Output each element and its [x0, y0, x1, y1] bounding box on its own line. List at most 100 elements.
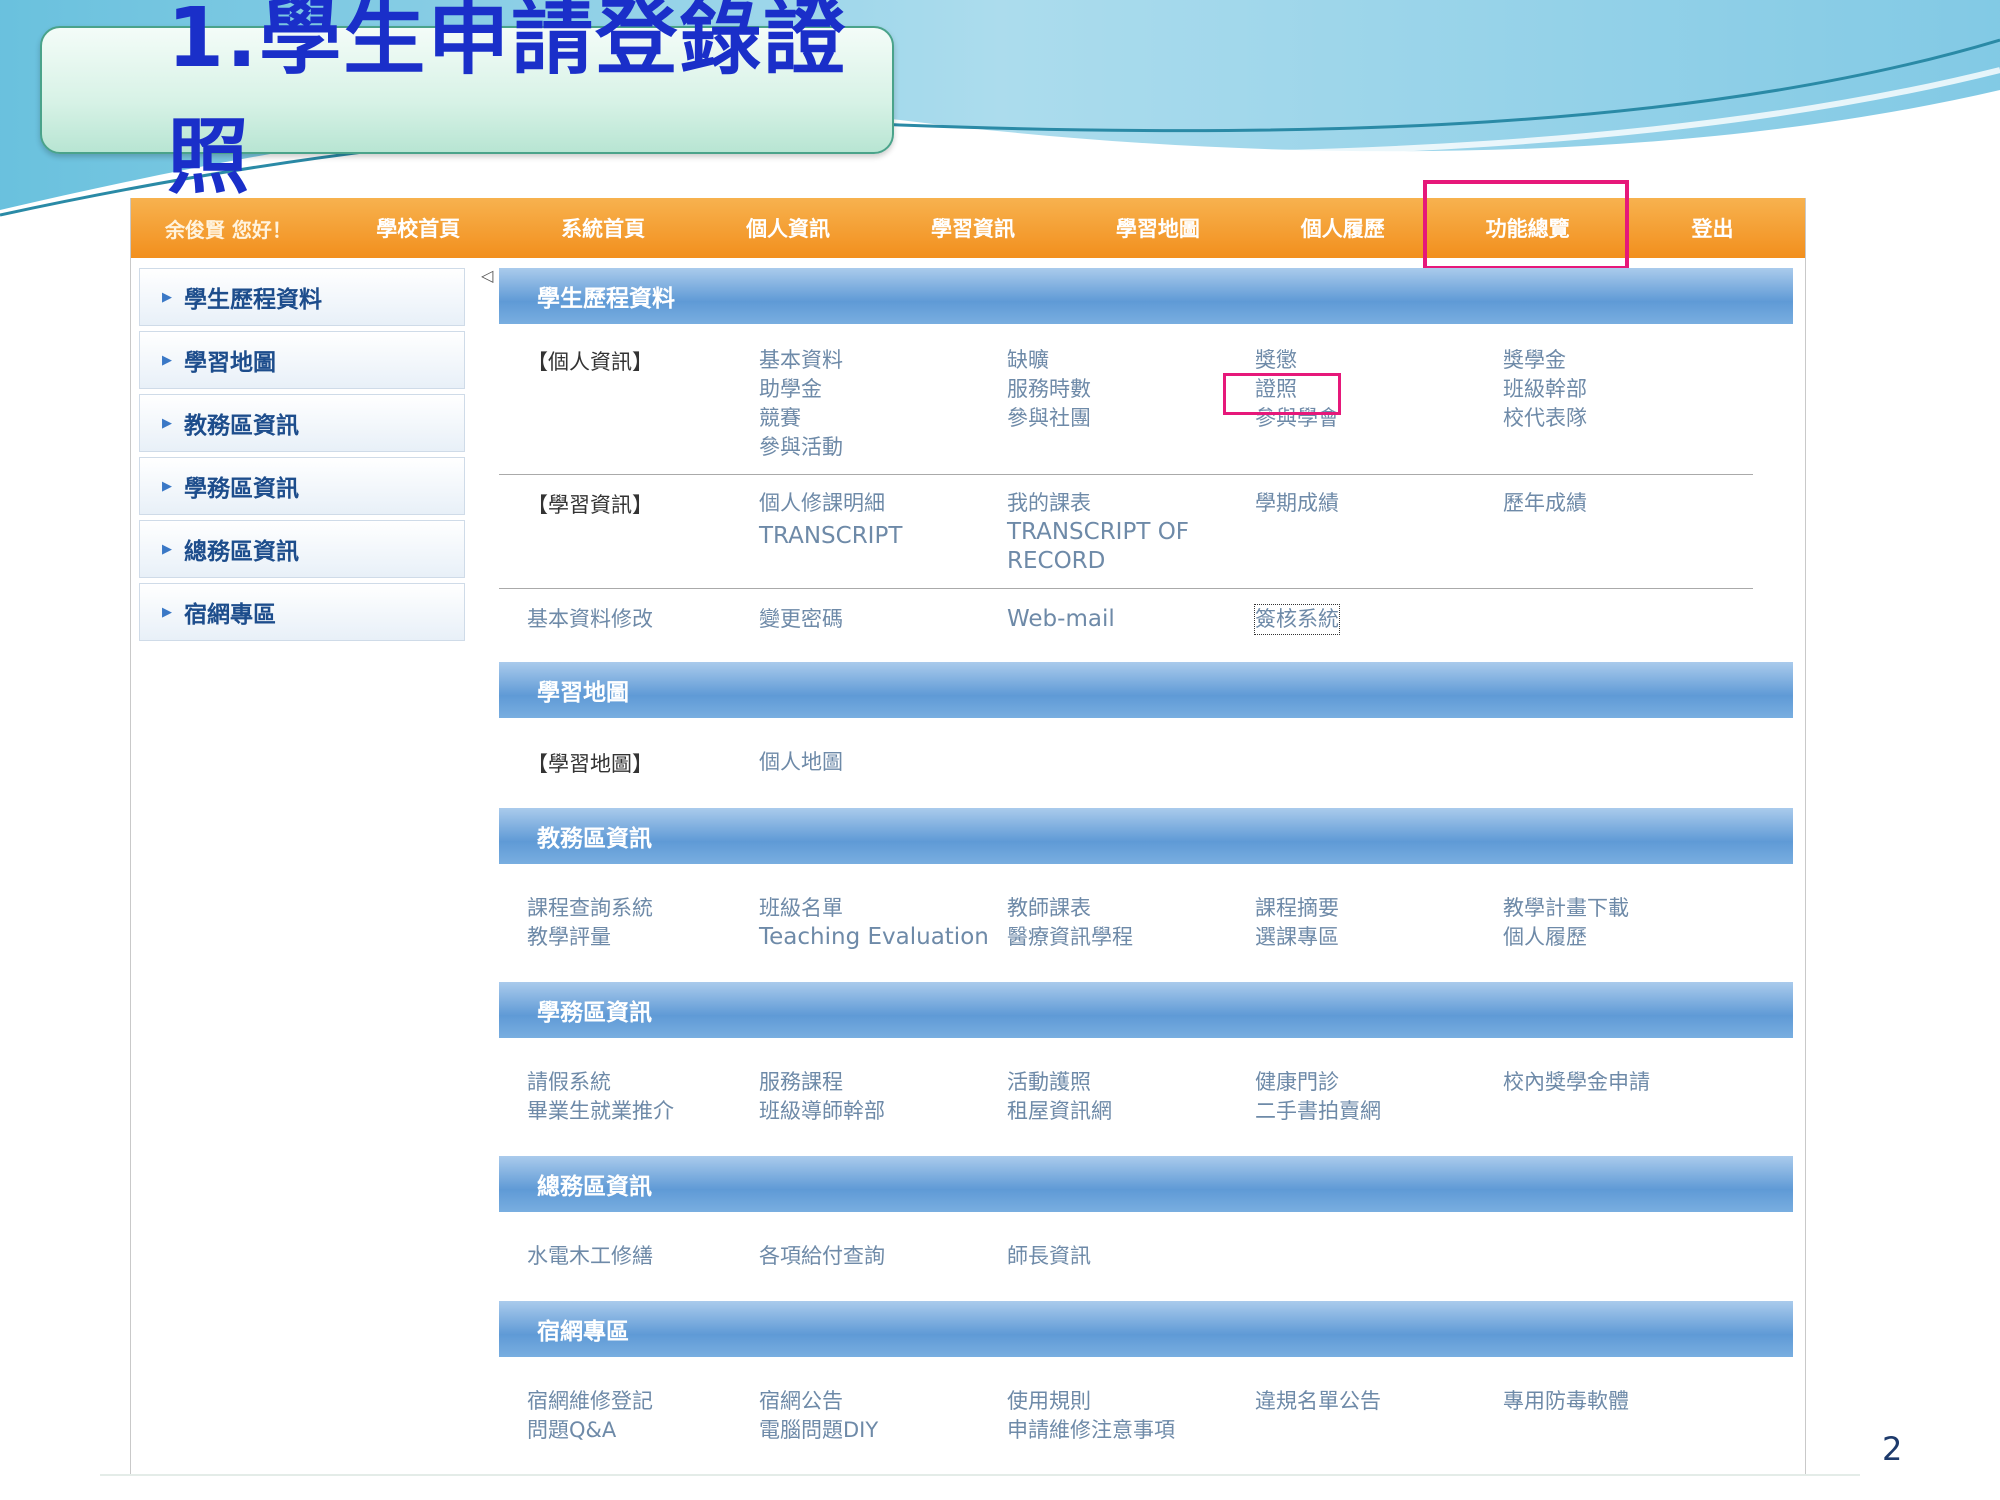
user-greeting: 余俊賢 您好！	[164, 217, 292, 242]
dorm-network-row: 宿網維修登記 問題Q&A 宿網公告 電腦問題DIY 使用規則 申請維修注意事項 …	[499, 1357, 1793, 1445]
link-class-roster[interactable]: 班級名單	[759, 894, 1007, 923]
caret-right-icon: ▶	[162, 415, 172, 431]
nav-school-home[interactable]: 學校首頁	[326, 198, 511, 258]
link-syllabus-download[interactable]: 教學計畫下載	[1503, 894, 1751, 923]
link-column: 歷年成績	[1503, 489, 1751, 576]
link-leave-system[interactable]: 請假系統	[527, 1068, 759, 1097]
link-teacher-timetable[interactable]: 教師課表	[1007, 894, 1255, 923]
nav-study-info[interactable]: 學習資訊	[881, 198, 1066, 258]
link-rental-info[interactable]: 租屋資訊網	[1007, 1097, 1255, 1126]
nav-system-home[interactable]: 系統首頁	[511, 198, 696, 258]
link-competition[interactable]: 競賽	[759, 404, 1007, 433]
link-column: 水電木工修繕	[527, 1242, 759, 1271]
link-violation-list[interactable]: 違規名單公告	[1255, 1387, 1503, 1416]
link-transcript[interactable]: TRANSCRIPT	[759, 522, 1007, 551]
link-absence[interactable]: 缺曠	[1007, 346, 1255, 375]
link-activities[interactable]: 參與活動	[759, 433, 1007, 462]
link-rewards-penalties[interactable]: 獎懲	[1255, 346, 1503, 375]
nav-learning-map[interactable]: 學習地圖	[1065, 198, 1250, 258]
page-number: 2	[1882, 1430, 1903, 1468]
caret-right-icon: ▶	[162, 541, 172, 557]
certificate-highlight-box	[1223, 373, 1341, 415]
link-column: 個人地圖	[759, 748, 1007, 778]
link-column: 專用防毒軟體	[1503, 1387, 1751, 1445]
link-used-books[interactable]: 二手書拍賣網	[1255, 1097, 1503, 1126]
link-service-course[interactable]: 服務課程	[759, 1068, 1007, 1097]
link-graduate-employment[interactable]: 畢業生就業推介	[527, 1097, 759, 1126]
link-basic-data[interactable]: 基本資料	[759, 346, 1007, 375]
link-activity-passport[interactable]: 活動護照	[1007, 1068, 1255, 1097]
link-column: 請假系統 畢業生就業推介	[527, 1068, 759, 1126]
general-affairs-row: 水電木工修繕 各項給付查詢 師長資訊	[499, 1212, 1793, 1301]
student-affairs-row: 請假系統 畢業生就業推介 服務課程 班級導師幹部 活動護照 租屋資訊網 健康門診…	[499, 1038, 1793, 1156]
link-dorm-announcement[interactable]: 宿網公告	[759, 1387, 1007, 1416]
slide-title: 1.學生申請登錄證照	[167, 0, 848, 205]
link-edit-basic-data[interactable]: 基本資料修改	[527, 607, 653, 631]
caret-right-icon: ▶	[162, 289, 172, 305]
link-column: 獎學金 班級幹部 校代表隊	[1503, 346, 1751, 462]
slide-title-box: 1.學生申請登錄證照	[40, 0, 894, 205]
link-course-summary[interactable]: 課程摘要	[1255, 894, 1503, 923]
link-scholarship[interactable]: 獎學金	[1503, 346, 1751, 375]
link-personal-resume[interactable]: 個人履歷	[1503, 923, 1751, 952]
link-my-timetable[interactable]: 我的課表	[1007, 489, 1255, 518]
link-personal-map[interactable]: 個人地圖	[759, 748, 1007, 777]
link-course-query[interactable]: 課程查詢系統	[527, 894, 759, 923]
link-payment-query[interactable]: 各項給付查詢	[759, 1242, 1007, 1271]
link-teaching-evaluation-zh[interactable]: 教學評量	[527, 923, 759, 952]
nav-resume[interactable]: 個人履歷	[1250, 198, 1435, 258]
link-class-officers[interactable]: 班級幹部	[1503, 375, 1751, 404]
collapse-sidebar-icon[interactable]: ◁	[481, 266, 493, 285]
link-transcript-of-record[interactable]: TRANSCRIPT OF	[1007, 518, 1255, 547]
link-service-hours[interactable]: 服務時數	[1007, 375, 1255, 404]
section-header-academic: 教務區資訊	[499, 808, 1793, 864]
browser-frame: 余俊賢 您好！ 學校首頁 系統首頁 個人資訊 學習資訊 學習地圖 個人履歷 功能…	[130, 180, 1806, 1476]
link-antivirus[interactable]: 專用防毒軟體	[1503, 1387, 1751, 1416]
link-medical-info-program[interactable]: 醫療資訊學程	[1007, 923, 1255, 952]
link-class-mentor-officers[interactable]: 班級導師幹部	[759, 1097, 1007, 1126]
section-header-student-record: 學生歷程資料	[499, 268, 1793, 324]
learning-map-row: 【學習地圖】 個人地圖	[499, 718, 1793, 808]
link-change-password[interactable]: 變更密碼	[759, 605, 1007, 634]
link-repair-notes[interactable]: 申請維修注意事項	[1007, 1416, 1255, 1445]
link-semester-grades[interactable]: 學期成績	[1255, 489, 1503, 518]
link-dorm-repair-register[interactable]: 宿網維修登記	[527, 1387, 759, 1416]
link-computer-diy[interactable]: 電腦問題DIY	[759, 1416, 1007, 1445]
sidebar-item-student-affairs[interactable]: ▶ 學務區資訊	[139, 457, 465, 515]
sidebar-item-general-affairs[interactable]: ▶ 總務區資訊	[139, 520, 465, 578]
link-faq[interactable]: 問題Q&A	[527, 1416, 759, 1445]
link-all-grades[interactable]: 歷年成績	[1503, 489, 1751, 518]
sidebar: ▶ 學生歷程資料 ▶ 學習地圖 ▶ 教務區資訊 ▶ 學務區資訊 ▶ 總務區資訊 ▶ 宿網專區	[139, 268, 465, 646]
sidebar-item-label: 學務區資訊	[184, 476, 299, 502]
category-label: 【個人資訊】	[527, 350, 653, 374]
link-transcript-of-record-line2[interactable]: RECORD	[1007, 547, 1255, 576]
category-label: 【學習地圖】	[527, 752, 653, 776]
section-header-dorm-network: 宿網專區	[499, 1301, 1793, 1357]
link-webmail[interactable]: Web-mail	[1007, 605, 1255, 634]
sidebar-item-label: 教務區資訊	[184, 413, 299, 439]
link-teaching-evaluation[interactable]: Teaching Evaluation	[759, 923, 1007, 952]
link-faculty-info[interactable]: 師長資訊	[1007, 1242, 1255, 1271]
link-maintenance[interactable]: 水電木工修繕	[527, 1242, 759, 1271]
link-column: 各項給付查詢	[759, 1242, 1007, 1271]
link-usage-rules[interactable]: 使用規則	[1007, 1387, 1255, 1416]
link-course-selection[interactable]: 選課專區	[1255, 923, 1503, 952]
sidebar-item-label: 宿網專區	[184, 602, 276, 628]
link-approval-system[interactable]: 簽核系統	[1254, 604, 1340, 635]
link-campus-scholarship[interactable]: 校內獎學金申請	[1503, 1068, 1751, 1097]
link-school-team[interactable]: 校代表隊	[1503, 404, 1751, 433]
link-column: 缺曠 服務時數 參與社團	[1007, 346, 1255, 462]
sidebar-item-academic[interactable]: ▶ 教務區資訊	[139, 394, 465, 452]
sidebar-item-dorm-network[interactable]: ▶ 宿網專區	[139, 583, 465, 641]
sidebar-item-learning-map[interactable]: ▶ 學習地圖	[139, 331, 465, 389]
link-clubs[interactable]: 參與社團	[1007, 404, 1255, 433]
caret-right-icon: ▶	[162, 604, 172, 620]
link-health-clinic[interactable]: 健康門診	[1255, 1068, 1503, 1097]
link-grant[interactable]: 助學金	[759, 375, 1007, 404]
nav-personal-info[interactable]: 個人資訊	[696, 198, 881, 258]
link-column: Web-mail	[1007, 605, 1255, 634]
link-course-details[interactable]: 個人修課明細	[759, 489, 1007, 518]
nav-logout[interactable]: 登出	[1620, 198, 1805, 258]
link-column: 變更密碼	[759, 605, 1007, 634]
sidebar-item-student-record[interactable]: ▶ 學生歷程資料	[139, 268, 465, 326]
